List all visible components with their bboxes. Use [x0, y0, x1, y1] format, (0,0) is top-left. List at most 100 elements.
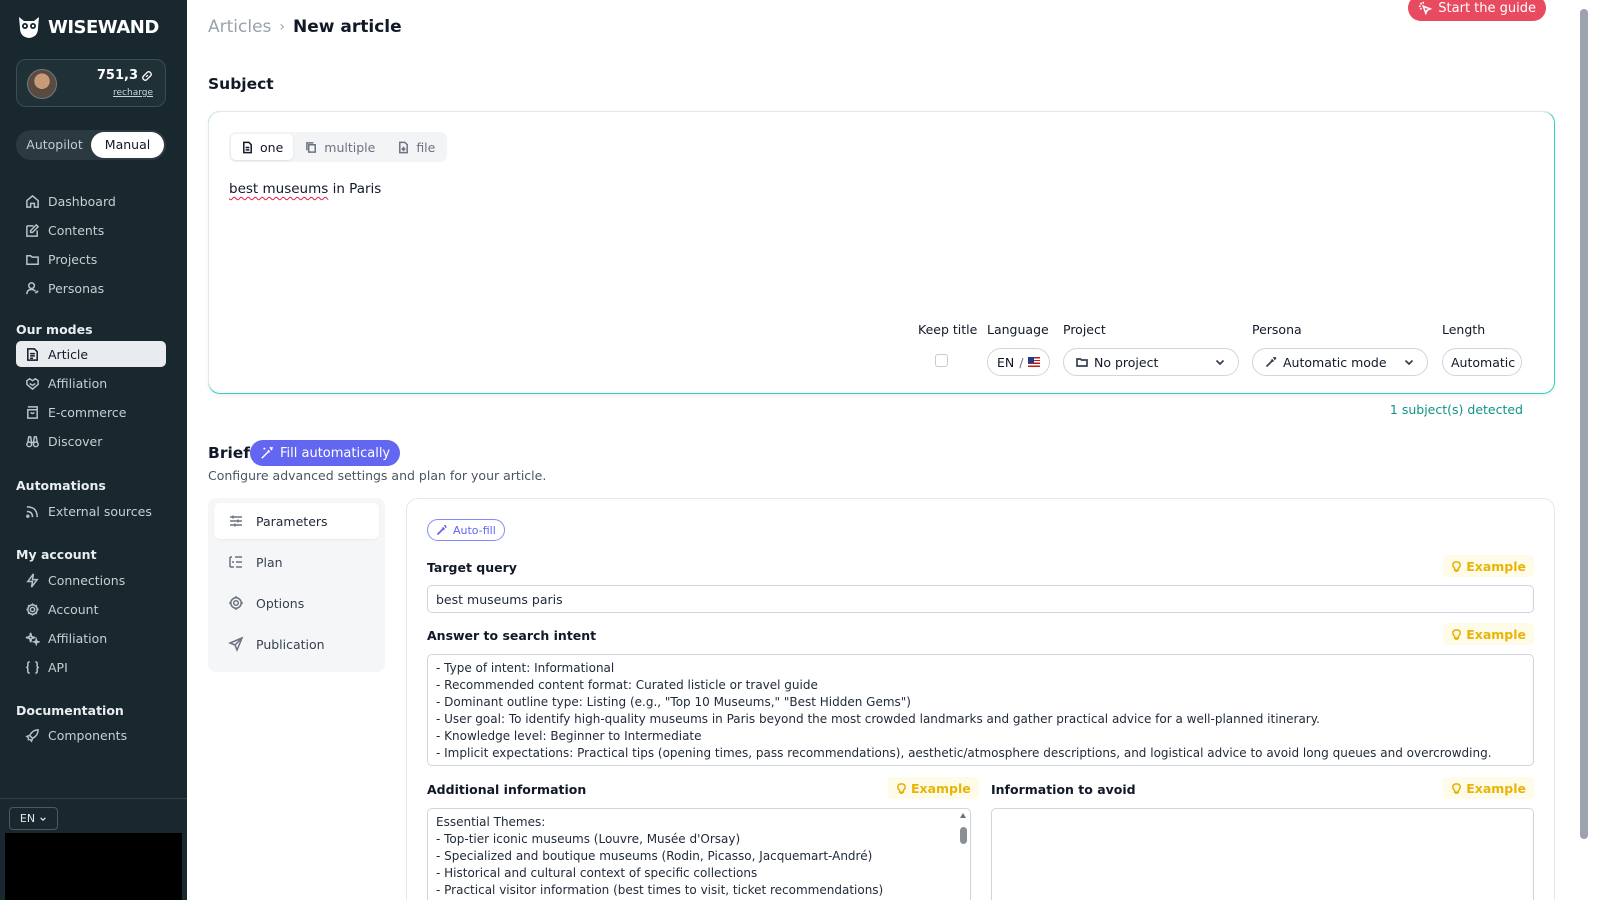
- sidebar-item-label: Contents: [48, 222, 105, 238]
- tab-parameters[interactable]: Parameters: [214, 503, 379, 539]
- mode-toggle: Autopilot Manual: [16, 130, 166, 160]
- sidebar-item-components[interactable]: Components: [16, 722, 166, 748]
- credits-amount: 751,3: [97, 68, 153, 83]
- project-select-value: No project: [1094, 354, 1159, 370]
- lightbulb-icon: [1452, 628, 1462, 640]
- autopilot-option[interactable]: Autopilot: [18, 132, 91, 158]
- additional-info-textarea[interactable]: Essential Themes: - Top-tier iconic muse…: [427, 808, 971, 900]
- lightning-icon: [26, 572, 39, 588]
- tab-publication[interactable]: Publication: [214, 626, 379, 662]
- sidebar-item-personas[interactable]: Personas: [16, 275, 166, 301]
- language-selector[interactable]: EN /: [987, 348, 1050, 376]
- file-icon: [399, 141, 409, 153]
- auto-fill-button[interactable]: Auto-fill: [427, 519, 505, 541]
- recharge-link[interactable]: recharge: [113, 88, 153, 98]
- sidebar-item-api[interactable]: API: [16, 654, 166, 680]
- sidebar-item-ecommerce[interactable]: E-commerce: [16, 399, 166, 425]
- length-select[interactable]: Automatic: [1442, 348, 1522, 376]
- textarea-scrollbar[interactable]: [960, 813, 967, 900]
- sidebar-item-label: Affiliation: [48, 630, 108, 646]
- textarea-line: - Type of intent: Informational: [436, 661, 615, 675]
- target-query-input[interactable]: best museums paris: [427, 585, 1534, 613]
- tab-multiple[interactable]: multiple: [295, 134, 385, 160]
- scroll-up-arrow-icon[interactable]: [960, 813, 966, 818]
- chevron-down-icon: [1215, 359, 1225, 366]
- target-query-example-button[interactable]: Example: [1443, 555, 1534, 577]
- sidebar-item-external-sources[interactable]: External sources: [16, 498, 166, 524]
- brand-logo[interactable]: WISEWAND: [16, 14, 159, 40]
- start-guide-button[interactable]: Start the guide: [1408, 0, 1546, 21]
- avoid-info-example-button[interactable]: Example: [1443, 777, 1534, 799]
- tab-plan[interactable]: Plan: [214, 544, 379, 580]
- tab-one[interactable]: one: [231, 134, 294, 160]
- main-content: Articles › New article Start the guide S…: [187, 0, 1565, 900]
- subject-card: one multiple file best museums in Paris …: [207, 110, 1556, 395]
- language-select[interactable]: EN: [9, 807, 58, 830]
- tab-label: one: [260, 139, 284, 155]
- language-bar: EN: [0, 798, 187, 833]
- braces-icon: [25, 660, 40, 674]
- search-intent-example-button[interactable]: Example: [1443, 623, 1534, 645]
- target-query-value: best museums paris: [436, 591, 563, 607]
- keep-title-checkbox[interactable]: [935, 354, 948, 367]
- list-tree-icon: [229, 556, 242, 568]
- fill-automatically-button[interactable]: Fill automatically: [250, 440, 401, 466]
- person-icon: [26, 281, 39, 294]
- send-icon: [228, 636, 244, 652]
- persona-select[interactable]: Automatic mode: [1252, 348, 1428, 376]
- example-label: Example: [1466, 626, 1526, 642]
- lightbulb-icon: [897, 782, 906, 794]
- brand-name: WISEWAND: [48, 16, 159, 38]
- breadcrumb-articles[interactable]: Articles: [208, 17, 271, 37]
- gear-icon: [229, 596, 243, 610]
- sidebar-item-projects[interactable]: Projects: [16, 246, 166, 272]
- sidebar-item-contents[interactable]: Contents: [16, 217, 166, 243]
- subject-text-rest: in Paris: [328, 181, 382, 197]
- sidebar-item-discover[interactable]: Discover: [16, 428, 166, 454]
- rocket-icon: [25, 728, 39, 743]
- page-scrollbar-thumb[interactable]: [1580, 9, 1588, 839]
- example-label: Example: [1466, 558, 1526, 574]
- us-flag-icon: [1028, 357, 1040, 367]
- sidebar-item-article[interactable]: Article: [16, 341, 166, 367]
- pointer-click-icon: [1419, 1, 1433, 15]
- scrollbar-thumb[interactable]: [960, 827, 967, 844]
- sidebar-item-label: Dashboard: [48, 193, 116, 209]
- persona-select-value: Automatic mode: [1283, 354, 1387, 370]
- keep-title-label: Keep title: [918, 322, 978, 337]
- sidebar: WISEWAND 751,3 recharge Autopilot Manual…: [0, 0, 187, 900]
- manual-option[interactable]: Manual: [91, 132, 164, 158]
- avatar[interactable]: [27, 69, 57, 99]
- tab-options[interactable]: Options: [214, 585, 379, 621]
- length-label: Length: [1442, 322, 1486, 337]
- lightbulb-icon: [1452, 560, 1462, 572]
- additional-info-example-button[interactable]: Example: [888, 777, 979, 799]
- tab-label: Plan: [256, 554, 283, 570]
- target-query-label: Target query: [427, 560, 517, 575]
- avoid-info-textarea[interactable]: [991, 808, 1534, 900]
- rss-icon: [26, 505, 38, 518]
- document-icon: [243, 141, 252, 153]
- tab-file[interactable]: file: [387, 134, 445, 160]
- subject-input[interactable]: best museums in Paris: [229, 181, 381, 197]
- project-label: Project: [1063, 322, 1106, 337]
- sidebar-item-label: E-commerce: [48, 404, 127, 420]
- breadcrumb: Articles › New article: [208, 17, 402, 37]
- tab-label: Parameters: [256, 513, 328, 529]
- search-intent-textarea[interactable]: - Type of intent: Informational - Recomm…: [427, 654, 1534, 766]
- sliders-icon: [230, 515, 242, 527]
- credits-card[interactable]: 751,3 recharge: [16, 59, 166, 107]
- sidebar-item-connections[interactable]: Connections: [16, 567, 166, 593]
- project-select[interactable]: No project: [1063, 348, 1239, 376]
- sidebar-item-label: Article: [48, 346, 89, 362]
- sidebar-item-affiliation[interactable]: Affiliation: [16, 625, 166, 651]
- sidebar-item-affiliation-mode[interactable]: Affiliation: [16, 370, 166, 396]
- brief-subtitle: Configure advanced settings and plan for…: [208, 468, 547, 483]
- sidebar-item-account[interactable]: Account: [16, 596, 166, 622]
- subjects-detected-count: 1 subject(s) detected: [1389, 402, 1523, 417]
- page-title: New article: [293, 17, 402, 37]
- sidebar-item-label: Account: [48, 601, 99, 617]
- link-icon: [142, 70, 152, 81]
- sidebar-item-dashboard[interactable]: Dashboard: [16, 188, 166, 214]
- textarea-line: - Top-tier iconic museums (Louvre, Musée…: [436, 832, 741, 846]
